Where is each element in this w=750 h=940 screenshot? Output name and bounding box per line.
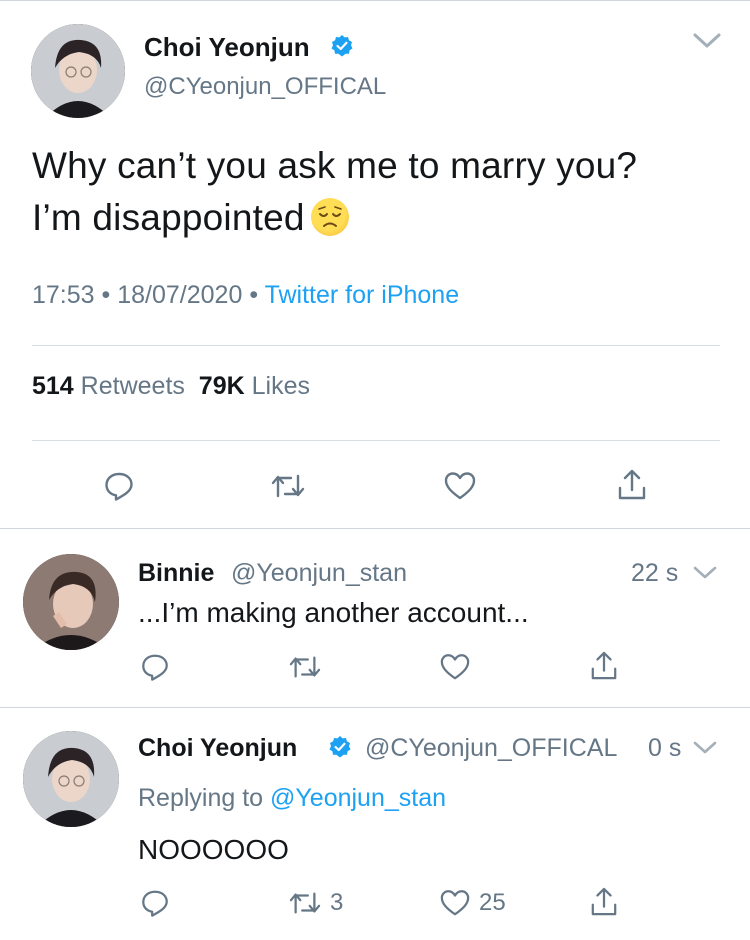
- tweet-text-line2: I’m disappointed: [32, 197, 305, 238]
- reply1-author-handle[interactable]: @Yeonjun_stan: [231, 559, 407, 588]
- main-author-handle[interactable]: @CYeonjun_OFFICAL: [144, 73, 386, 101]
- reply1-chevron-down-icon[interactable]: [692, 565, 718, 581]
- divider-stats: [32, 440, 720, 441]
- reply2-replying-to: Replying to @Yeonjun_stan: [138, 784, 446, 813]
- share-icon: [591, 651, 617, 680]
- tweet-stats: 514 Retweets 79K Likes: [32, 372, 310, 401]
- chevron-down-icon[interactable]: [692, 32, 722, 50]
- replying-label: Replying to: [138, 784, 264, 812]
- share-icon: [591, 887, 617, 916]
- reply2-retweet-count: 3: [330, 889, 344, 916]
- reply2-like-count: 25: [479, 889, 506, 916]
- reply2-time: 0 s: [648, 734, 682, 762]
- tweet-time: 17:53: [32, 281, 95, 309]
- reply2-author-name[interactable]: Choi Yeonjun: [138, 734, 297, 763]
- likes-label[interactable]: Likes: [252, 372, 310, 400]
- like-button[interactable]: [443, 470, 477, 502]
- reply2-verified-badge-icon: [328, 735, 352, 764]
- reply1-share-button[interactable]: [590, 650, 618, 682]
- reply2-text: NOOOOOO: [138, 834, 289, 865]
- divider-main-end: [0, 528, 750, 529]
- avatar-image: [31, 24, 125, 118]
- share-button[interactable]: [617, 468, 647, 502]
- meta-dot-1: •: [101, 281, 111, 309]
- reply2-like-button[interactable]: 25: [439, 888, 506, 918]
- tweet-text-line2-wrap: I’m disappointed: [32, 192, 637, 244]
- retweet-button[interactable]: [270, 470, 306, 502]
- reply2-reply-button[interactable]: [140, 888, 170, 918]
- avatar-image: [23, 554, 119, 650]
- top-divider: [0, 0, 750, 1]
- tweet-text-line1: Why can’t you ask me to marry you?: [32, 145, 638, 186]
- reply2-avatar[interactable]: [23, 731, 119, 827]
- like-icon: [444, 472, 476, 500]
- tweet-meta: 17:53 • 18/07/2020 • Twitter for iPhone: [32, 281, 459, 310]
- reply-icon: [142, 890, 168, 917]
- likes-count[interactable]: 79K: [199, 372, 245, 400]
- reply1-retweet-button[interactable]: [288, 652, 330, 682]
- reply-button[interactable]: [103, 470, 135, 502]
- reply1-time: 22 s: [631, 559, 679, 587]
- replying-to-mention-link[interactable]: @Yeonjun_stan: [270, 784, 446, 812]
- tweet-source-link[interactable]: Twitter for iPhone: [265, 281, 460, 309]
- retweet-icon: [289, 892, 321, 914]
- reply1-avatar[interactable]: [23, 554, 119, 650]
- reply2-share-button[interactable]: [590, 886, 618, 918]
- share-icon: [618, 469, 646, 500]
- divider-meta: [32, 345, 720, 346]
- main-tweet-avatar[interactable]: [31, 24, 125, 118]
- tweet-date: 18/07/2020: [117, 281, 243, 309]
- reply-icon: [142, 654, 168, 681]
- retweet-icon: [271, 474, 305, 498]
- reply2-author-handle[interactable]: @CYeonjun_OFFICAL: [365, 734, 617, 763]
- reply1-like-button[interactable]: [439, 652, 479, 682]
- disappointed-face-emoji-icon: [310, 198, 349, 236]
- like-icon: [440, 654, 470, 680]
- retweets-label[interactable]: Retweets: [81, 372, 185, 400]
- verified-badge-icon: [330, 34, 354, 63]
- avatar-image: [23, 731, 119, 827]
- retweet-icon: [289, 656, 321, 678]
- tweet-body: Why can’t you ask me to marry you? I’m d…: [32, 140, 637, 244]
- like-icon: [440, 890, 470, 916]
- reply1-author-name[interactable]: Binnie: [138, 559, 214, 588]
- retweets-count[interactable]: 514: [32, 372, 74, 400]
- main-author-name[interactable]: Choi Yeonjun: [144, 32, 310, 63]
- reply-icon: [105, 472, 133, 501]
- reply2-retweet-button[interactable]: 3: [288, 888, 343, 918]
- reply2-chevron-down-icon[interactable]: [692, 740, 718, 756]
- divider-reply1-end: [0, 707, 750, 708]
- reply1-text: ...I’m making another account...: [138, 597, 529, 628]
- reply1-reply-button[interactable]: [140, 652, 170, 682]
- meta-dot-2: •: [249, 281, 259, 309]
